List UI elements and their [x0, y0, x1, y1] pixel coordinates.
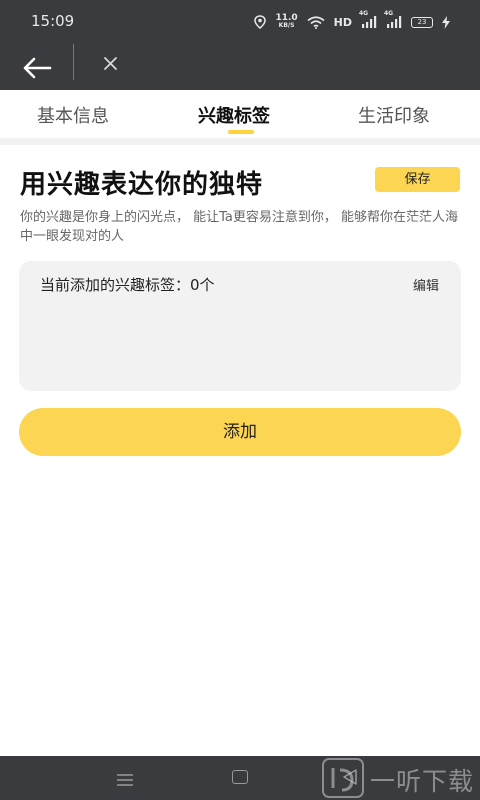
- signal-icon-1: 4G: [359, 10, 377, 28]
- hd-badge: HD: [333, 15, 352, 29]
- nav-bar: [0, 44, 480, 90]
- location-icon: [254, 15, 267, 29]
- status-time: 15:09: [31, 12, 75, 30]
- tag-count-label: 当前添加的兴趣标签：0个: [40, 276, 215, 294]
- watermark-logo-icon: [322, 758, 364, 798]
- battery-level: 23: [417, 18, 427, 26]
- save-button[interactable]: 保存: [375, 167, 460, 192]
- close-icon: [104, 57, 117, 70]
- status-bar: 15:09 11.0 KB/S HD 4G 4G 23: [0, 0, 480, 44]
- signal-label-2: 4G: [384, 10, 394, 17]
- wifi-icon: [307, 15, 325, 29]
- net-speed-value: 11.0: [275, 13, 298, 23]
- tab-life-impression[interactable]: 生活印象: [358, 102, 430, 128]
- add-button[interactable]: 添加: [19, 408, 461, 456]
- arrow-left-icon: [23, 57, 52, 79]
- back-button[interactable]: [20, 52, 54, 82]
- tab-bar: 基本信息 兴趣标签 生活印象: [0, 90, 480, 138]
- edit-button[interactable]: 编辑: [413, 275, 439, 294]
- net-speed-unit: KB/S: [278, 22, 295, 29]
- section-divider: [0, 138, 480, 145]
- page-description: 你的兴趣是你身上的闪光点， 能让Ta更容易注意到你， 能够帮你在茫茫人海中一眼发…: [20, 210, 459, 244]
- watermark-text: 一听下载: [370, 767, 475, 796]
- watermark: 一听下载: [322, 758, 480, 798]
- interest-tags-card: 当前添加的兴趣标签：0个 编辑: [19, 261, 461, 391]
- close-button[interactable]: [100, 53, 122, 75]
- signal-label-1: 4G: [359, 10, 369, 17]
- net-speed: 11.0 KB/S: [275, 13, 298, 30]
- tab-basic-info[interactable]: 基本信息: [37, 102, 109, 128]
- status-icons: 11.0 KB/S HD 4G 4G 23: [254, 10, 450, 34]
- battery-icon: 23: [411, 16, 433, 28]
- active-tab-indicator: [228, 130, 254, 134]
- page-heading: 用兴趣表达你的独特: [20, 170, 264, 200]
- nav-divider: [73, 44, 74, 80]
- tab-interest-tags[interactable]: 兴趣标签: [198, 102, 270, 128]
- menu-icon[interactable]: [117, 771, 133, 786]
- signal-icon-2: 4G: [384, 10, 402, 28]
- charging-icon: [442, 15, 450, 29]
- home-icon[interactable]: [232, 770, 248, 784]
